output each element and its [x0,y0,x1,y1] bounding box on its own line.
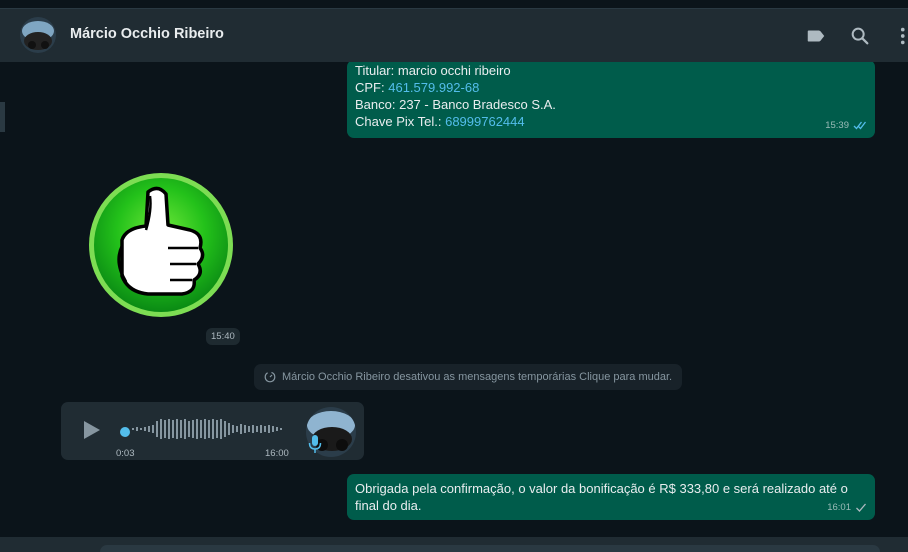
contact-name[interactable]: Márcio Occhio Ribeiro [70,26,224,42]
message-bank-info[interactable]: Titular: marcio occhi ribeiro CPF: 461.5… [347,62,875,138]
scroll-indicator[interactable] [0,102,5,132]
pix-line: Chave Pix Tel.: 68999762444 [355,113,867,130]
chat-header: Márcio Occhio Ribeiro [0,8,908,62]
audio-progress-handle[interactable] [120,427,130,437]
label-icon[interactable] [805,25,827,47]
thumbs-up-icon[interactable] [86,170,236,320]
timer-icon [264,371,276,383]
system-notice[interactable]: Márcio Occhio Ribeiro desativou as mensa… [254,364,683,390]
menu-icon[interactable] [895,25,905,47]
sticker-time: 15:40 [206,328,240,345]
cpf-line: CPF: 461.579.992-68 [355,79,867,96]
message-meta: 15:39 [825,117,867,134]
pix-label: Chave Pix Tel.: [355,114,446,129]
check-icon [856,503,866,512]
pix-link[interactable]: 68999762444 [445,114,525,129]
contact-avatar[interactable] [20,17,56,53]
cpf-link[interactable]: 461.579.992-68 [388,80,479,95]
chat-area[interactable]: Titular: marcio occhi ribeiro CPF: 461.5… [0,62,908,552]
audio-time: 16:00 [265,448,289,459]
double-check-icon [853,121,867,130]
message-meta: 16:01 [827,499,867,516]
message-confirmation[interactable]: Obrigada pela confirmação, o valor da bo… [347,474,875,520]
play-icon[interactable] [82,419,102,441]
message-input[interactable] [100,545,880,552]
confirmation-text-1: Obrigada pela confirmação, o valor da bo… [355,481,848,496]
search-icon[interactable] [849,25,871,47]
message-time: 16:01 [827,502,851,513]
mic-icon [308,435,322,453]
message-time: 15:39 [825,120,849,131]
audio-elapsed: 0:03 [116,448,135,459]
system-notice-text: Márcio Occhio Ribeiro desativou as mensa… [282,371,673,383]
banco-line: Banco: 237 - Banco Bradesco S.A. [355,97,556,112]
avatar-image [20,17,56,53]
titular-line: Titular: marcio occhi ribeiro [355,63,511,78]
confirmation-text-2: final do dia. [355,498,422,513]
cpf-label: CPF: [355,80,389,95]
waveform[interactable] [130,417,285,441]
